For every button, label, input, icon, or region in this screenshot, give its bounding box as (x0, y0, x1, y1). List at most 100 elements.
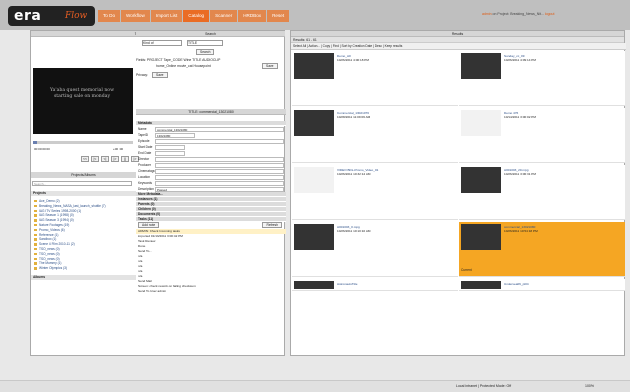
result-details: A001003_20.mpg 10/26/2011 3:06:31 PM (504, 168, 622, 176)
go-start-button[interactable]: |< (91, 156, 99, 162)
user-link[interactable]: admin (482, 12, 492, 16)
field-label: Start Date (138, 145, 153, 149)
step-back-button[interactable]: <| (101, 156, 109, 162)
search-field-select-2[interactable]: TITLE (186, 40, 223, 46)
logout-link[interactable]: logout (545, 12, 555, 16)
end-date-field[interactable] (155, 150, 185, 156)
privacy-label: Privacy: (136, 73, 149, 77)
tab-workflow[interactable]: Workflow (121, 10, 151, 22)
timeline-progress (33, 141, 37, 144)
speed-readout: +00 :00 (113, 147, 124, 151)
field-label: Episode (138, 139, 150, 143)
search-title: Search (136, 31, 285, 37)
security-zone: Local intranet | Protected Mode: Off (456, 384, 512, 388)
video-timeline[interactable] (33, 141, 133, 144)
result-thumbnail[interactable] (294, 110, 334, 136)
refresh-button[interactable]: Refresh (262, 222, 282, 228)
result-card[interactable]: VIDEO BDL-Promo_Video_01 10/26/2011 10:32… (292, 165, 458, 220)
projects-title: Projects/Albums (31, 172, 136, 178)
user-status: admin on Project: Breaking_News_Nit... l… (482, 12, 554, 16)
result-thumbnail[interactable] (294, 167, 334, 193)
result-date: 10/26/2011 10:54:18 PM (504, 229, 538, 234)
name-field[interactable]: commercial_13021080 (155, 126, 284, 132)
search-field-select-1[interactable]: Kind of (142, 40, 182, 46)
task-line[interactable]: Send To User admin (136, 289, 286, 294)
tab-reset[interactable]: Reset (267, 10, 291, 22)
result-thumbnail[interactable] (294, 53, 334, 79)
result-card[interactable]: Demo_A0 10/26/2011 4:00:18 PM (292, 51, 458, 106)
result-thumbnail[interactable] (461, 110, 501, 136)
tapeid-field[interactable]: 13021080 (155, 132, 195, 138)
result-card[interactable]: Commercial_13021076 10/28/2011 11:09:06 A… (292, 108, 458, 163)
result-thumbnail[interactable] (461, 281, 501, 289)
result-title[interactable]: Undersea06_pt04 (504, 282, 622, 286)
search-button[interactable]: Search (196, 49, 215, 55)
field-label: Producer (138, 163, 151, 167)
video-player[interactable]: Ya'aba quest memorial now starting sale … (33, 68, 133, 134)
result-details: Commercial_13021076 10/28/2011 11:09:06 A… (337, 111, 455, 119)
result-card[interactable]: A001003_20.mpg 10/26/2011 3:06:31 PM (459, 165, 625, 220)
metadata-panel: Metadata Name commercial_13021080 TapeID 1… (136, 121, 286, 294)
zoom-level[interactable]: 100% (585, 384, 594, 388)
result-details: A001003_0.mpg 10/26/2011 10:10:10 AM (337, 225, 455, 233)
result-date: 10/14/2011 3:00:02 PM (504, 115, 536, 120)
tab-import-list[interactable]: Import List (150, 10, 184, 22)
privacy-save-button[interactable]: Save (152, 72, 168, 78)
app-logo: era Flow (8, 6, 95, 26)
result-thumbnail[interactable] (294, 224, 334, 250)
description-field[interactable]: Passed (155, 186, 284, 192)
field-row: Name commercial_13021080 (136, 126, 286, 132)
result-status: Current (461, 268, 472, 272)
tab-scanner[interactable]: Scanner (210, 10, 239, 22)
list-item[interactable]: Winter Olympics (3) (34, 266, 134, 271)
result-card[interactable]: Demo 476 10/14/2011 3:00:02 PM (459, 108, 625, 163)
albums-section[interactable]: Albums (31, 275, 136, 280)
result-details: Sunday_cc_09 10/26/2011 4:09:14 PM (504, 54, 622, 62)
producer-field[interactable] (155, 162, 284, 168)
search-fields-row-2: home_Online movie_cat Housepoint (156, 64, 211, 68)
results-panel: Results Results: 61 - 61 Select All | Ac… (290, 30, 626, 356)
result-details: AstronautsTitle (337, 282, 455, 286)
timecode: 00:00:00:00 (34, 147, 50, 151)
episode-field[interactable] (155, 138, 284, 144)
pause-button[interactable]: || (121, 156, 129, 162)
keywords-field[interactable] (155, 180, 284, 186)
tab-todo[interactable]: To Do (98, 10, 121, 22)
top-bar: era Flow To Do Workflow Import List Cata… (0, 0, 630, 30)
cinematographer-field[interactable] (155, 168, 284, 174)
step-forward-button[interactable]: |> (111, 156, 119, 162)
field-row: Location (136, 174, 286, 180)
result-card[interactable]: commercial_13021080 10/26/2011 10:54:18 P… (459, 222, 625, 277)
result-thumbnail[interactable] (461, 53, 501, 79)
result-card[interactable]: Undersea06_pt04 (459, 279, 625, 291)
result-thumbnail[interactable] (294, 281, 334, 289)
result-title[interactable]: AstronautsTitle (337, 282, 455, 286)
tab-catalog[interactable]: Catalog (183, 10, 211, 22)
result-card[interactable]: A001003_0.mpg 10/26/2011 10:10:10 AM (292, 222, 458, 277)
result-thumbnail[interactable] (461, 167, 501, 193)
director-field[interactable] (155, 156, 284, 162)
result-date: 10/26/2011 3:06:31 PM (504, 172, 536, 177)
result-details: Undersea06_pt04 (504, 282, 622, 286)
field-label: TapeID (138, 133, 149, 137)
tab-hrdbox[interactable]: HRDBox (238, 10, 268, 22)
status-bar: Local intranet | Protected Mode: Off 100… (0, 380, 630, 392)
field-row: Cinematographer (136, 168, 286, 174)
field-label: Location (138, 175, 151, 179)
rewind-button[interactable]: << (81, 156, 89, 162)
result-details: commercial_13021080 10/26/2011 10:54:18 P… (504, 225, 622, 233)
projects-search-input[interactable]: Search... (32, 181, 132, 186)
result-date: 10/26/2011 4:09:14 PM (504, 58, 536, 63)
result-card[interactable]: AstronautsTitle (292, 279, 458, 291)
start-date-field[interactable] (155, 144, 185, 150)
projects-section[interactable]: Projects (31, 191, 136, 196)
result-date: 10/26/2011 10:32:14 AM (337, 172, 371, 177)
add-note-button[interactable]: Add note (138, 222, 160, 228)
result-thumbnail[interactable] (461, 224, 501, 250)
result-card[interactable]: Sunday_cc_09 10/26/2011 4:09:14 PM (459, 51, 625, 106)
field-label: Name (138, 127, 147, 131)
location-field[interactable] (155, 174, 284, 180)
result-date: 10/28/2011 11:09:06 AM (337, 115, 371, 120)
save-fields-button[interactable]: Save (262, 63, 278, 69)
results-toolbar[interactable]: Select All | Action... | Copy | Find | S… (291, 43, 626, 50)
